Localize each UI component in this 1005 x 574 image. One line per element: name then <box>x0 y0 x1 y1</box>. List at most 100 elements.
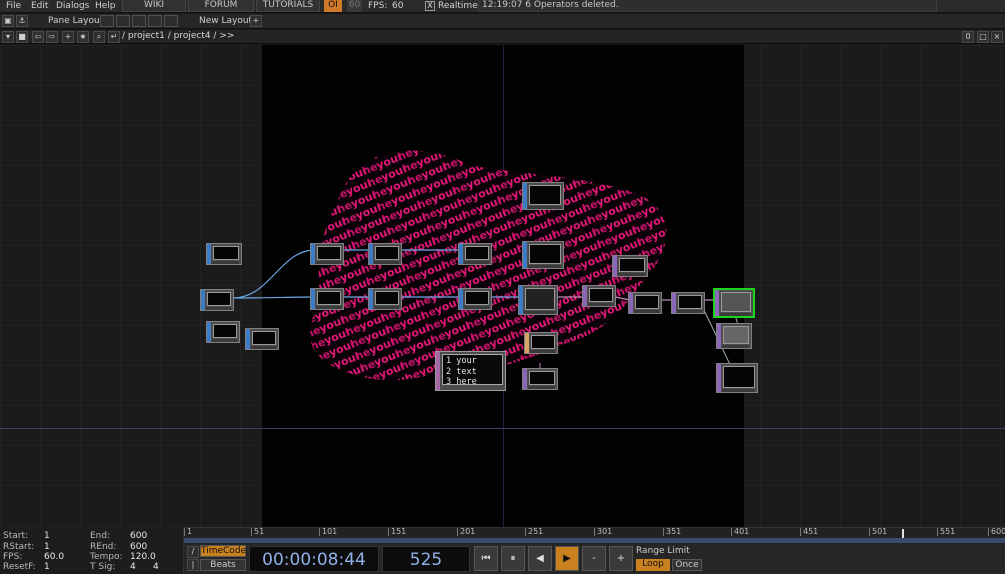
pane-grid-icon[interactable]: ▣ <box>2 15 14 27</box>
oi-toggle[interactable]: OI <box>324 0 342 12</box>
maximize-icon[interactable]: □ <box>977 31 989 43</box>
search-icon[interactable]: ⌕ <box>93 31 105 43</box>
layout-quad-button[interactable] <box>164 15 178 27</box>
forward-icon[interactable]: ⇨ <box>46 31 58 43</box>
sop-node-c[interactable] <box>628 292 662 314</box>
tsig-denominator[interactable]: 4 <box>153 562 159 572</box>
forum-link[interactable]: FORUM <box>188 0 254 12</box>
top-node-level-b[interactable] <box>458 288 492 310</box>
rend-value[interactable]: 600 <box>130 542 147 552</box>
timeline-tick: 501 <box>869 528 887 536</box>
pause-icon[interactable]: ⏸ <box>501 546 525 571</box>
add-layout-button[interactable]: + <box>250 15 262 27</box>
layout-triple-button[interactable] <box>148 15 162 27</box>
sop-node-a[interactable] <box>612 255 648 277</box>
text-dat-line: 1 your <box>446 356 477 366</box>
timeline-tick: 51 <box>251 528 264 536</box>
status-message: 12:19:07 6 Operators deleted. <box>478 0 937 12</box>
tutorials-link[interactable]: TUTORIALS <box>256 0 320 12</box>
timeline-tick: 101 <box>319 528 337 536</box>
top-node-blur-c[interactable] <box>310 288 344 310</box>
return-icon[interactable]: ↵ <box>108 31 120 43</box>
end-value[interactable]: 600 <box>130 531 147 541</box>
chop-node[interactable] <box>524 332 558 354</box>
wiki-link[interactable]: WIKI <box>122 0 186 12</box>
timeline-ruler[interactable]: 1 51 101 151 201 251 301 351 401 451 501… <box>184 527 1005 544</box>
top-node-circle-source[interactable] <box>200 289 234 311</box>
once-button[interactable]: Once <box>672 559 702 571</box>
play-forward-icon[interactable]: ▶ <box>555 546 579 571</box>
text-dat-strip <box>436 352 440 390</box>
sop-node-b[interactable] <box>582 285 616 307</box>
timeline-tick: 1 <box>184 528 192 536</box>
pane-index[interactable]: 0 <box>962 31 974 43</box>
text-sop-node[interactable] <box>522 368 558 390</box>
top-node-circle[interactable] <box>245 328 279 350</box>
tsig-label: T Sig: <box>90 562 116 572</box>
timecode-display[interactable]: 00:00:08:44 <box>249 546 379 572</box>
loop-button[interactable]: Loop <box>636 559 670 571</box>
top-node-level-a[interactable] <box>458 243 492 265</box>
timeline-tick: 251 <box>525 528 543 536</box>
layout-split-h-button[interactable] <box>132 15 146 27</box>
timeline-tick: 351 <box>663 528 681 536</box>
fps-info-value[interactable]: 60.0 <box>44 552 64 562</box>
anchor-icon[interactable]: ⚓ <box>16 15 28 27</box>
menu-edit[interactable]: Edit <box>31 0 48 13</box>
timeline-tick: 401 <box>731 528 749 536</box>
rstart-value[interactable]: 1 <box>44 542 50 552</box>
realtime-checkbox[interactable]: X <box>425 1 435 11</box>
timecode-button[interactable]: TimeCode <box>200 545 246 557</box>
menu-file[interactable]: File <box>6 0 21 13</box>
new-layout-label[interactable]: New Layout <box>199 15 252 28</box>
slash-icon[interactable]: / <box>187 546 199 558</box>
rewind-icon[interactable]: ⏮ <box>474 546 498 571</box>
back-icon[interactable]: ⇦ <box>32 31 44 43</box>
top-node-rectangle[interactable] <box>206 321 240 343</box>
resetf-value[interactable]: 1 <box>44 562 50 572</box>
close-icon[interactable]: × <box>991 31 1003 43</box>
top-node-blur-b[interactable] <box>368 243 402 265</box>
play-backward-icon[interactable]: ◀ <box>528 546 552 571</box>
rstart-label: RStart: <box>3 542 35 552</box>
render-node-selected[interactable] <box>713 288 755 318</box>
timeline-tick: 201 <box>457 528 475 536</box>
beats-button[interactable]: Beats <box>200 559 246 571</box>
menu-bar: File Edit Dialogs Help WIKI FORUM TUTORI… <box>0 0 1005 13</box>
fps-info-label: FPS: <box>3 552 23 562</box>
start-value[interactable]: 1 <box>44 531 50 541</box>
text-dat-line: 2 text <box>446 366 477 377</box>
stop-icon[interactable]: ■ <box>16 31 28 43</box>
top-node-composite[interactable] <box>518 285 558 315</box>
timeline-range-bar[interactable] <box>184 538 1005 543</box>
text-dat-node[interactable]: 1 your 2 text 3 here <box>435 351 506 391</box>
fps-value: 60 <box>392 1 404 11</box>
pane-bar: ▣ ⚓ Pane Layout New Layout + <box>0 14 1005 29</box>
chevron-down-icon[interactable]: ▾ <box>2 31 14 43</box>
step-back-button[interactable]: - <box>582 546 606 571</box>
render-node-out[interactable] <box>716 363 758 393</box>
menu-help[interactable]: Help <box>95 0 116 13</box>
top-node-transform[interactable] <box>368 288 402 310</box>
bookmark-star-icon[interactable]: ★ <box>77 31 89 43</box>
top-node-constant[interactable] <box>522 241 564 269</box>
sop-node-d[interactable] <box>671 292 705 314</box>
network-editor[interactable]: your he 1 your 2 text 3 here <box>0 45 1005 527</box>
top-node-grid[interactable] <box>522 182 564 210</box>
tsig-numerator[interactable]: 4 <box>130 562 136 572</box>
frame-display[interactable]: 525 <box>382 546 470 572</box>
top-node-blur-a[interactable] <box>310 243 344 265</box>
layout-split-v-button[interactable] <box>116 15 130 27</box>
add-icon[interactable]: + <box>62 31 74 43</box>
playhead[interactable] <box>902 529 904 538</box>
fps-cap-toggle[interactable]: 60 <box>347 0 362 12</box>
tempo-value[interactable]: 120.0 <box>130 552 156 562</box>
top-node-cone[interactable] <box>206 243 242 265</box>
bar-icon[interactable]: | <box>187 559 199 571</box>
menu-dialogs[interactable]: Dialogs <box>56 0 89 13</box>
step-forward-button[interactable]: + <box>609 546 633 571</box>
layout-single-button[interactable] <box>100 15 114 27</box>
render-node-b[interactable] <box>716 323 752 349</box>
timeline-tick: 451 <box>800 528 818 536</box>
network-path[interactable]: / project1 / project4 / >> <box>122 30 234 44</box>
